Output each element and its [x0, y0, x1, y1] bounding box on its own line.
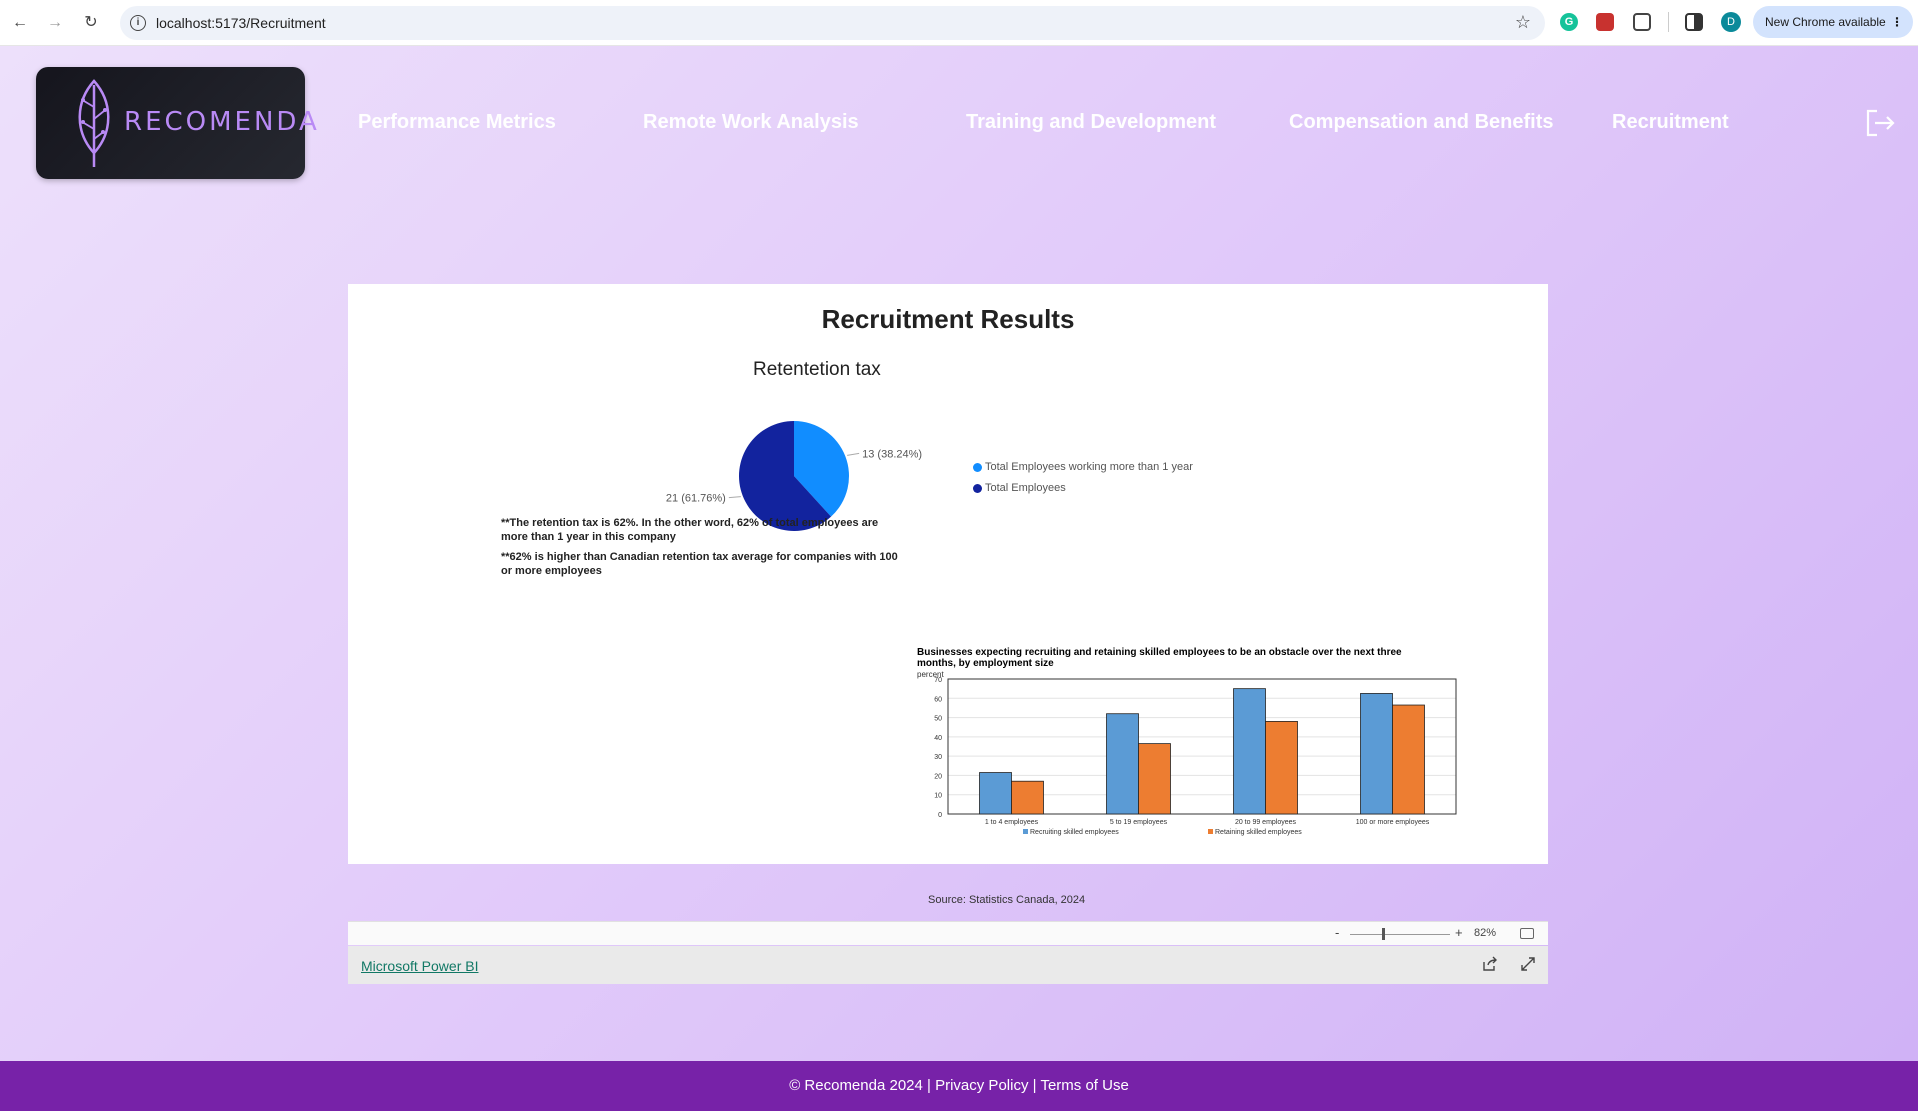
bar-chart-title: Businesses expecting recruiting and reta… — [917, 647, 1402, 669]
zoom-toolbar: - + 82% — [348, 921, 1548, 945]
y-tick-label: 50 — [934, 716, 942, 723]
nav-training-and-development[interactable]: Training and Development — [966, 111, 1216, 134]
nav-performance-metrics[interactable]: Performance Metrics — [358, 111, 556, 134]
bar — [1265, 721, 1298, 815]
site-info-icon[interactable]: i — [130, 15, 146, 31]
side-panel-icon[interactable] — [1685, 13, 1703, 31]
x-tick-label: 20 to 99 employees — [1235, 819, 1297, 826]
zoom-out-button[interactable]: - — [1335, 925, 1339, 940]
nav-compensation-and-benefits[interactable]: Compensation and Benefits — [1289, 111, 1553, 134]
powerbi-link[interactable]: Microsoft Power BI — [361, 958, 478, 974]
fit-to-page-icon[interactable] — [1520, 928, 1534, 939]
new-chrome-button[interactable]: New Chrome available ⋮ — [1753, 6, 1913, 38]
legend-swatch — [1208, 829, 1213, 834]
legend-label: Retaining skilled employees — [1215, 829, 1302, 836]
pie-chart-title: Retentetion tax — [753, 359, 881, 380]
more-menu-icon[interactable]: ⋮ — [1891, 6, 1903, 38]
legend-dot — [973, 463, 982, 472]
y-tick-label: 30 — [934, 754, 942, 761]
pie-leader-line-a — [847, 452, 860, 456]
fullscreen-icon[interactable] — [1520, 956, 1536, 972]
legend-label: Total Employees — [985, 482, 1066, 494]
logout-icon[interactable] — [1864, 108, 1896, 138]
bar — [1233, 688, 1266, 815]
url-text[interactable]: localhost:5173/Recruitment — [156, 15, 326, 31]
legend-swatch — [1023, 829, 1028, 834]
retention-pie-chart[interactable]: 13 (38.24%) 21 (61.76%) — [638, 379, 958, 579]
legend-label: Total Employees working more than 1 year — [985, 461, 1193, 473]
forward-icon[interactable]: → — [43, 11, 67, 35]
bar — [1360, 693, 1393, 815]
zoom-slider-thumb[interactable] — [1382, 928, 1385, 940]
x-tick-label: 100 or more employees — [1356, 819, 1430, 826]
terms-of-use-link[interactable]: Terms of Use — [1040, 1077, 1128, 1094]
pie-leader-line-b — [728, 496, 741, 499]
copyright-text: © Recomenda 2024 — [789, 1077, 923, 1094]
extension-icon[interactable] — [1596, 13, 1614, 31]
back-icon[interactable]: ← — [8, 11, 32, 35]
footer-separator: | — [927, 1077, 931, 1094]
bar — [1011, 780, 1044, 815]
legend-dot — [973, 484, 982, 493]
recruiting-bar-chart[interactable]: 0 10 20 30 40 50 60 70 1 to 4 employees 5 to 19 e… — [908, 674, 1468, 884]
y-tick-label: 70 — [934, 677, 942, 684]
bookmark-star-icon[interactable]: ☆ — [1515, 12, 1531, 33]
share-icon[interactable] — [1482, 956, 1498, 972]
powerbi-footer: Microsoft Power BI — [348, 946, 1548, 984]
bar — [1106, 713, 1139, 815]
toolbar-divider — [1668, 12, 1669, 32]
profile-avatar[interactable]: D — [1721, 12, 1741, 32]
y-tick-label: 20 — [934, 773, 942, 780]
zoom-slider-track[interactable] — [1350, 934, 1450, 935]
logo[interactable]: RECOMENDA — [36, 67, 317, 179]
y-tick-label: 40 — [934, 735, 942, 742]
zoom-in-button[interactable]: + — [1455, 925, 1463, 940]
pie-label-b: 21 (61.76%) — [666, 493, 726, 505]
bar — [1392, 704, 1425, 815]
logo-text: RECOMENDA — [124, 107, 320, 137]
privacy-policy-link[interactable]: Privacy Policy — [935, 1077, 1028, 1094]
source-note: Source: Statistics Canada, 2024 — [928, 894, 1086, 906]
pie-label-a: 13 (38.24%) — [862, 448, 922, 460]
retention-note: **The retention tax is 62%. In the other… — [501, 517, 879, 543]
leaf-icon — [78, 79, 110, 167]
legend-item[interactable]: Total Employees working more than 1 year — [973, 460, 1193, 481]
new-chrome-label: New Chrome available — [1765, 15, 1886, 29]
legend-item[interactable]: Total Employees — [973, 481, 1193, 502]
footer-separator: | — [1032, 1077, 1037, 1094]
bar — [1138, 743, 1171, 815]
puzzle-extensions-icon[interactable] — [1633, 13, 1651, 31]
x-tick-label: 1 to 4 employees — [985, 819, 1039, 826]
pie-legend: Total Employees working more than 1 year… — [973, 460, 1193, 502]
browser-toolbar: ← → ↻ i localhost:5173/Recruitment ☆ G D… — [0, 0, 1918, 46]
bar — [979, 772, 1012, 815]
address-bar[interactable]: i localhost:5173/Recruitment ☆ — [120, 6, 1545, 40]
report-title: Recruitment Results — [821, 304, 1075, 334]
nav-recruitment[interactable]: Recruitment — [1612, 111, 1729, 134]
reload-icon[interactable]: ↻ — [79, 11, 103, 35]
comparison-note: **62% is higher than Canadian retention … — [501, 551, 898, 577]
powerbi-report[interactable]: Recruitment Results Retentetion tax 13 (… — [348, 284, 1548, 984]
app-page: RECOMENDA Performance Metrics Remote Wor… — [0, 46, 1918, 1061]
legend-label: Recruiting skilled employees — [1030, 829, 1119, 836]
y-tick-label: 60 — [934, 696, 942, 703]
x-tick-label: 5 to 19 employees — [1110, 819, 1168, 826]
y-tick-label: 10 — [934, 793, 942, 800]
page-footer: © Recomenda 2024 | Privacy Policy | Term… — [0, 1061, 1918, 1111]
y-tick-label: 0 — [938, 812, 942, 819]
grammarly-extension-icon[interactable]: G — [1560, 13, 1578, 31]
zoom-level: 82% — [1474, 927, 1497, 939]
nav-remote-work-analysis[interactable]: Remote Work Analysis — [643, 111, 859, 134]
